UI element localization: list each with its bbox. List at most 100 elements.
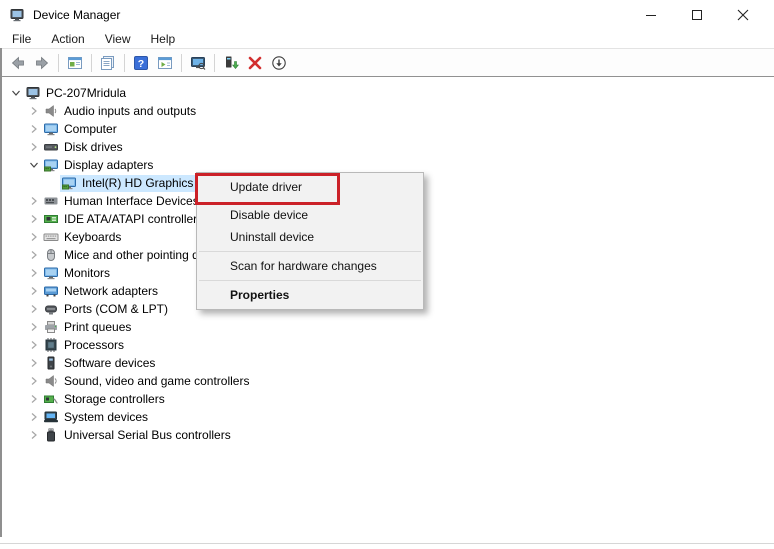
node[interactable]: Software devices (42, 355, 158, 372)
chevron-right-icon[interactable] (26, 354, 42, 372)
node[interactable]: Network adapters (42, 283, 161, 300)
update-driver-button[interactable] (219, 51, 243, 75)
tree-item-label: Ports (COM & LPT) (64, 300, 168, 318)
menu-file[interactable]: File (2, 30, 41, 48)
disable-device-button[interactable] (267, 51, 291, 75)
update-driver-icon (223, 55, 239, 71)
ide-icon (43, 211, 59, 227)
chevron-right-icon[interactable] (26, 282, 42, 300)
device-manager-window: Device Manager FileActionViewHelp ? PC-2… (0, 0, 774, 549)
show-console-tree-button[interactable] (63, 51, 87, 75)
chevron-right-icon[interactable] (26, 120, 42, 138)
console-tree-icon (67, 55, 83, 71)
node[interactable]: Monitors (42, 265, 113, 282)
scan-hardware-icon (190, 55, 206, 71)
network-icon (43, 283, 59, 299)
toolbar-separator (124, 54, 125, 72)
properties-button[interactable] (96, 51, 120, 75)
keyboard-icon (43, 229, 59, 245)
node[interactable]: Computer (42, 121, 120, 138)
tree-item-universal-serial-bus-controllers[interactable]: Universal Serial Bus controllers (2, 426, 774, 444)
tree-item-label: Software devices (64, 354, 155, 372)
close-icon (737, 9, 749, 21)
node[interactable]: IDE ATA/ATAPI controllers (42, 211, 206, 228)
context-menu-item-disable-device[interactable]: Disable device (197, 204, 423, 226)
tree-item-software-devices[interactable]: Software devices (2, 354, 774, 372)
node[interactable]: Audio inputs and outputs (42, 103, 199, 120)
context-menu: Update driver Disable deviceUninstall dev… (196, 172, 424, 310)
tree-item-pc-207mridula[interactable]: PC-207Mridula (2, 84, 774, 102)
chevron-right-icon[interactable] (26, 426, 42, 444)
context-menu-item-update-driver[interactable]: Update driver (197, 176, 423, 198)
chevron-right-icon[interactable] (26, 228, 42, 246)
tree-item-label: Monitors (64, 264, 110, 282)
node[interactable]: Ports (COM & LPT) (42, 301, 171, 318)
tree-item-processors[interactable]: Processors (2, 336, 774, 354)
menu-help[interactable]: Help (141, 30, 186, 48)
tree-item-system-devices[interactable]: System devices (2, 408, 774, 426)
help-icon: ? (133, 55, 149, 71)
chevron-right-icon[interactable] (26, 192, 42, 210)
audio-icon (43, 103, 59, 119)
display-adapter-icon (61, 175, 77, 191)
disk-icon (43, 139, 59, 155)
node[interactable]: Disk drives (42, 139, 126, 156)
node[interactable]: Keyboards (42, 229, 124, 246)
chevron-right-icon[interactable] (26, 138, 42, 156)
chevron-right-icon[interactable] (26, 246, 42, 264)
context-menu-item-properties[interactable]: Properties (197, 284, 423, 306)
tree-item-audio-inputs-and-outputs[interactable]: Audio inputs and outputs (2, 102, 774, 120)
chevron-right-icon[interactable] (26, 318, 42, 336)
uninstall-device-button[interactable] (243, 51, 267, 75)
back-button[interactable] (6, 51, 30, 75)
chevron-right-icon[interactable] (26, 210, 42, 228)
ports-icon (43, 301, 59, 317)
help-button[interactable]: ? (129, 51, 153, 75)
node[interactable]: Display adapters (42, 157, 156, 174)
close-button[interactable] (720, 0, 766, 30)
tree-item-label: Human Interface Devices (64, 192, 199, 210)
tree-item-storage-controllers[interactable]: Storage controllers (2, 390, 774, 408)
chevron-spacer (44, 174, 60, 192)
tree-item-disk-drives[interactable]: Disk drives (2, 138, 774, 156)
node[interactable]: Storage controllers (42, 391, 168, 408)
chevron-right-icon[interactable] (26, 300, 42, 318)
chevron-right-icon[interactable] (26, 372, 42, 390)
chevron-down-icon[interactable] (8, 84, 24, 102)
tree-item-label: Sound, video and game controllers (64, 372, 249, 390)
context-menu-item-uninstall-device[interactable]: Uninstall device (197, 226, 423, 248)
chevron-right-icon[interactable] (26, 102, 42, 120)
tree-item-label: Print queues (64, 318, 131, 336)
tree-item-computer[interactable]: Computer (2, 120, 774, 138)
minimize-button[interactable] (628, 0, 674, 30)
properties-icon (100, 55, 116, 71)
chevron-right-icon[interactable] (26, 264, 42, 282)
tree-item-label: Keyboards (64, 228, 121, 246)
node[interactable]: Sound, video and game controllers (42, 373, 252, 390)
node[interactable]: Universal Serial Bus controllers (42, 427, 234, 444)
show-action-pane-button[interactable] (153, 51, 177, 75)
node[interactable]: Print queues (42, 319, 134, 336)
menu-action[interactable]: Action (41, 30, 94, 48)
tree-item-sound-video-and-game-controllers[interactable]: Sound, video and game controllers (2, 372, 774, 390)
chevron-right-icon[interactable] (26, 390, 42, 408)
context-menu-item-scan-for-hardware-changes[interactable]: Scan for hardware changes (197, 255, 423, 277)
tree-item-print-queues[interactable]: Print queues (2, 318, 774, 336)
tree-item-label: Intel(R) HD Graphics (82, 174, 193, 192)
chevron-right-icon[interactable] (26, 408, 42, 426)
maximize-button[interactable] (674, 0, 720, 30)
tree-item-label: PC-207Mridula (46, 84, 126, 102)
maximize-icon (692, 10, 703, 21)
forward-button[interactable] (30, 51, 54, 75)
node[interactable]: System devices (42, 409, 151, 426)
context-menu-separator (199, 280, 421, 281)
chevron-down-icon[interactable] (26, 156, 42, 174)
chevron-right-icon[interactable] (26, 336, 42, 354)
node[interactable]: PC-207Mridula (24, 85, 129, 102)
scan-for-hardware-changes-button[interactable] (186, 51, 210, 75)
node[interactable]: Processors (42, 337, 127, 354)
context-menu-separator (199, 251, 421, 252)
selected-node[interactable]: Intel(R) HD Graphics (60, 175, 196, 192)
node[interactable]: Human Interface Devices (42, 193, 202, 210)
menu-view[interactable]: View (95, 30, 141, 48)
